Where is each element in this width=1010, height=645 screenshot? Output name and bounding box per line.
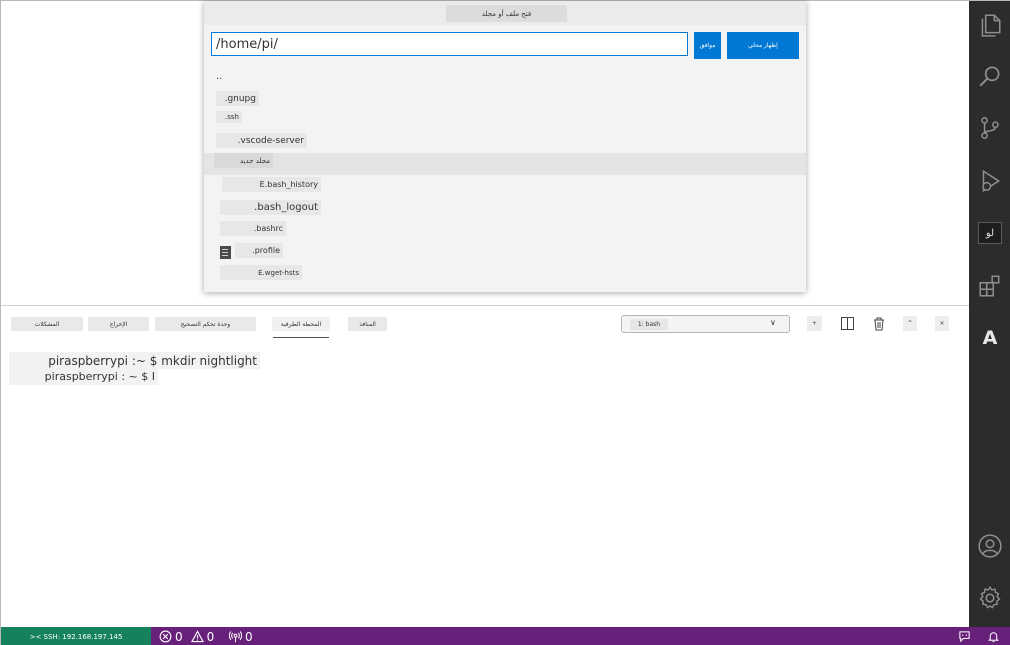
terminal-select-value: 1: bash (630, 319, 668, 330)
ports-count: 0 (245, 629, 253, 644)
terminal[interactable]: piraspberrypi :~ $ mkdir nightlight pira… (9, 351, 959, 621)
terminal-line: piraspberrypi : ~ $ I (9, 368, 158, 385)
terminal-line: piraspberrypi :~ $ mkdir nightlight (9, 352, 260, 369)
dialog-title-bar: فتح ملف أو مجلد (204, 1, 806, 25)
list-item-new-folder[interactable]: مجلد جديد (204, 153, 806, 175)
open-folder-dialog: فتح ملف أو مجلد موافق إظهار محلي .. .gnu… (204, 1, 806, 292)
notifications-button[interactable] (987, 627, 1000, 645)
gear-icon (979, 585, 1001, 609)
remote-indicator[interactable]: >< SSH: 192.168.197.145 (1, 627, 151, 645)
tab-terminal[interactable]: المحطة الطرفية (272, 317, 330, 331)
warning-icon (190, 630, 204, 643)
list-item-parent[interactable]: .. (204, 69, 806, 91)
tab-problems[interactable]: المشكلات (11, 317, 83, 331)
tab-output[interactable]: الإخراج (88, 317, 149, 331)
list-item-label: .gnupg (216, 91, 259, 106)
explorer-button[interactable] (969, 3, 1010, 47)
list-item-label: .vscode-server (216, 133, 307, 148)
list-item-label: .profile (235, 243, 283, 258)
list-item-label: E.wget-hsts (220, 265, 302, 280)
list-item-label: .. (216, 71, 223, 82)
list-item-label: .ssh (216, 111, 242, 123)
search-button[interactable] (969, 54, 1010, 98)
error-count: 0 (175, 629, 183, 644)
vscode-window: فتح ملف أو مجلد موافق إظهار محلي .. .gnu… (0, 0, 1010, 645)
broadcast-icon (229, 631, 242, 643)
source-control-icon (981, 117, 999, 139)
maximize-panel-button[interactable]: ^ (903, 316, 917, 331)
terminal-select[interactable]: 1: bash ∨ (621, 315, 790, 333)
ports-status[interactable]: 0 (229, 627, 253, 645)
font-button[interactable]: A (969, 316, 1010, 360)
feedback-icon (959, 631, 970, 643)
list-item-folder[interactable]: .gnupg (204, 91, 806, 113)
close-panel-button[interactable]: × (935, 316, 949, 331)
problems-status[interactable]: 0 0 (159, 627, 214, 645)
trash-icon (873, 317, 884, 330)
activity-bar: لو A (969, 1, 1010, 627)
account-icon (978, 534, 1002, 558)
show-local-button[interactable]: إظهار محلي (727, 32, 799, 59)
manage-button[interactable] (969, 576, 1010, 620)
file-icon (220, 246, 231, 259)
list-item-folder[interactable]: .vscode-server (204, 133, 806, 155)
bell-icon (988, 632, 999, 643)
split-terminal-button[interactable] (839, 316, 855, 331)
list-item-label: .bashrc (220, 221, 286, 236)
dialog-title: فتح ملف أو مجلد (446, 5, 567, 22)
search-icon (979, 66, 1000, 87)
extensions-icon (979, 275, 1000, 297)
list-item-file[interactable]: .bashrc (204, 221, 806, 243)
split-icon (840, 317, 854, 330)
panel-divider (1, 305, 969, 306)
run-debug-button[interactable] (969, 159, 1010, 203)
accounts-button[interactable] (969, 524, 1010, 568)
files-icon (981, 14, 1001, 37)
list-item-file[interactable]: .bash_logout (204, 200, 806, 222)
status-bar: >< SSH: 192.168.197.145 0 0 0 (1, 627, 1010, 645)
remote-badge: لو (978, 222, 1002, 244)
remote-explorer-button[interactable]: لو (969, 211, 1010, 255)
extensions-button[interactable] (969, 264, 1010, 308)
add-terminal-button[interactable]: + (807, 316, 822, 331)
list-item-file[interactable]: E.wget-hsts (204, 265, 806, 287)
error-icon (159, 630, 172, 643)
ok-button[interactable]: موافق (694, 32, 721, 59)
source-control-button[interactable] (969, 106, 1010, 150)
chevron-down-icon: ∨ (770, 318, 776, 327)
list-item-folder[interactable]: .ssh (204, 111, 806, 133)
warning-count: 0 (206, 629, 215, 644)
list-item-label: E.bash_history (222, 177, 321, 192)
font-icon: A (982, 327, 998, 349)
tab-ports[interactable]: المنافذ (348, 317, 387, 331)
list-item-label: .bash_logout (220, 200, 321, 215)
feedback-button[interactable] (958, 627, 971, 645)
tab-debug-console[interactable]: وحدة تحكم التصحيح (155, 317, 256, 331)
active-tab-indicator (273, 337, 329, 338)
run-debug-icon (982, 169, 1001, 193)
list-item-file[interactable]: .profile (204, 243, 806, 265)
list-item-label: مجلد جديد (214, 153, 273, 168)
kill-terminal-button[interactable] (871, 316, 886, 331)
path-input[interactable] (211, 32, 688, 56)
list-item-file[interactable]: E.bash_history (204, 177, 806, 199)
